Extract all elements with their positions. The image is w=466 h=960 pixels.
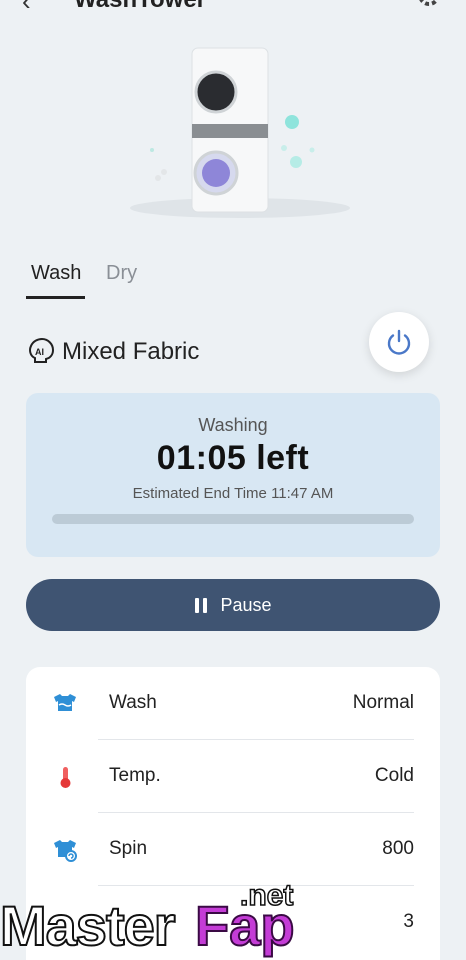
tab-wash[interactable]: Wash <box>31 262 81 285</box>
time-remaining: 01:05 left <box>156 439 310 477</box>
pause-button[interactable]: Pause <box>26 579 440 631</box>
watermark-suffix: .net <box>239 878 294 913</box>
watermark-main: Master <box>0 893 177 958</box>
pause-icon <box>194 597 208 613</box>
setting-value: Cold <box>374 765 414 786</box>
setting-row-wash[interactable]: Wash Normal <box>26 667 440 740</box>
spin-shirt-icon <box>54 840 77 862</box>
power-button[interactable] <box>369 312 429 372</box>
washtower-illustration <box>130 47 350 218</box>
cycle-progress-bar <box>52 514 414 524</box>
program-name: Mixed Fabric <box>62 338 200 365</box>
pause-button-label: Pause <box>220 594 272 615</box>
wash-shirt-icon <box>54 694 76 711</box>
gear-icon[interactable] <box>416 0 442 8</box>
chevron-left-icon[interactable]: ‹ <box>22 0 31 17</box>
setting-label: Wash <box>109 692 157 713</box>
cycle-status-card: Washing 01:05 left Estimated End Time 11… <box>26 393 440 557</box>
power-icon <box>387 329 411 355</box>
setting-label: Spin <box>109 838 148 859</box>
setting-value: 3 <box>403 911 414 932</box>
tab-dry[interactable]: Dry <box>106 262 137 285</box>
setting-value: Normal <box>352 692 414 713</box>
ai-laundry-icon: AI <box>29 337 55 363</box>
setting-label: Temp. <box>109 765 161 786</box>
setting-value: 800 <box>382 838 414 859</box>
svg-text:AI: AI <box>35 347 44 357</box>
cycle-state: Washing <box>198 415 268 435</box>
active-tab-indicator <box>26 296 85 299</box>
setting-row-spin[interactable]: Spin 800 <box>26 813 440 886</box>
estimated-end-time: Estimated End Time 11:47 AM <box>132 485 334 502</box>
thermometer-icon <box>60 767 71 788</box>
page-title: WashTower <box>74 0 206 14</box>
setting-row-temp[interactable]: Temp. Cold <box>26 740 440 813</box>
app-header: ‹ WashTower <box>0 0 466 17</box>
